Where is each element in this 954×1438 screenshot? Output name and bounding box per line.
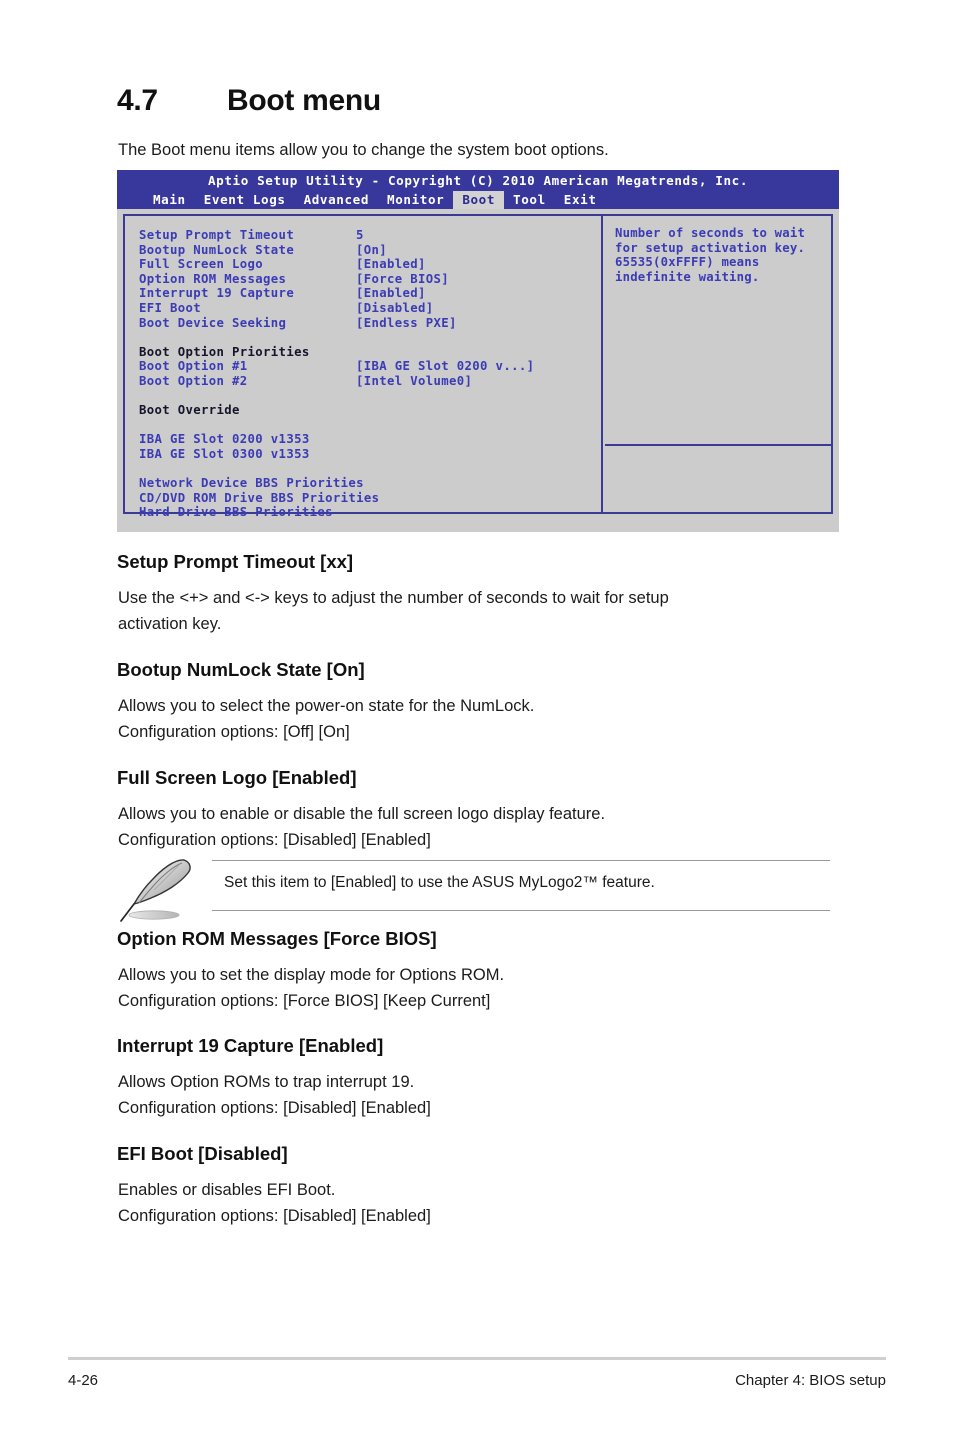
row-spacer bbox=[139, 418, 599, 433]
setting-row[interactable]: Full Screen Logo [Enabled] bbox=[139, 257, 599, 272]
heading-full-screen-logo: Full Screen Logo [Enabled] bbox=[117, 767, 357, 788]
boot-override-label: IBA GE Slot 0300 v1353 bbox=[139, 446, 310, 461]
boot-option-priorities-heading: Boot Option Priorities bbox=[139, 345, 599, 360]
heading-setup-prompt-timeout: Setup Prompt Timeout [xx] bbox=[117, 551, 354, 572]
setting-value: 5 bbox=[356, 228, 364, 242]
heading-option-rom-messages: Option ROM Messages [Force BIOS] bbox=[117, 928, 437, 949]
section-title: Boot menu bbox=[227, 84, 381, 117]
footer-chapter: Chapter 4: BIOS setup bbox=[735, 1372, 886, 1389]
setting-label: Option ROM Messages bbox=[139, 271, 287, 286]
setting-row[interactable]: Boot Device Seeking [Endless PXE] bbox=[139, 316, 599, 331]
heading-interrupt-19-capture: Interrupt 19 Capture [Enabled] bbox=[117, 1035, 384, 1056]
bbs-priorities-label: Network Device BBS Priorities bbox=[139, 476, 364, 491]
bios-body: Setup Prompt Timeout 5 Bootup NumLock St… bbox=[123, 214, 833, 519]
bios-menu-bar: Main Event Logs Advanced Monitor Boot To… bbox=[144, 191, 606, 209]
page-title: 4.7 Boot menu bbox=[117, 84, 381, 118]
tab-tool[interactable]: Tool bbox=[504, 191, 555, 209]
body-setup-prompt-timeout: Use the <+> and <-> keys to adjust the n… bbox=[118, 589, 669, 633]
setting-label: Bootup NumLock State bbox=[139, 242, 295, 257]
row-spacer bbox=[139, 330, 599, 345]
body-efi-boot: Enables or disables EFI Boot. Configurat… bbox=[118, 1181, 431, 1225]
help-pane-divider bbox=[605, 444, 831, 446]
boot-override-heading: Boot Override bbox=[139, 403, 599, 418]
setting-label: Setup Prompt Timeout bbox=[139, 228, 295, 242]
boot-override-label: IBA GE Slot 0200 v1353 bbox=[139, 432, 310, 447]
setting-row[interactable]: Setup Prompt Timeout 5 bbox=[139, 228, 599, 243]
setting-value: [Enabled] bbox=[356, 257, 426, 272]
bios-settings-list: Setup Prompt Timeout 5 Bootup NumLock St… bbox=[139, 228, 599, 520]
tab-monitor[interactable]: Monitor bbox=[378, 191, 453, 209]
setting-row[interactable]: Bootup NumLock State [On] bbox=[139, 243, 599, 258]
bbs-priorities-item[interactable]: Hard Drive BBS Priorities bbox=[139, 505, 599, 520]
section-number: 4.7 bbox=[117, 84, 158, 117]
setting-label: Boot Option #1 bbox=[139, 359, 248, 374]
setting-value: [Intel Volume0] bbox=[356, 373, 473, 388]
body-full-screen-logo: Allows you to enable or disable the full… bbox=[118, 805, 606, 849]
note-box: Set this item to [Enabled] to use the AS… bbox=[118, 858, 830, 922]
setting-value: [Force BIOS] bbox=[356, 271, 450, 286]
setting-value: [Enabled] bbox=[356, 286, 426, 301]
bios-titlebar: Aptio Setup Utility - Copyright (C) 2010… bbox=[117, 170, 839, 209]
bios-screen: Aptio Setup Utility - Copyright (C) 2010… bbox=[117, 170, 839, 532]
note-text: Set this item to [Enabled] to use the AS… bbox=[224, 874, 655, 891]
group-heading-label: Boot Option Priorities bbox=[139, 344, 310, 359]
feather-quill-icon bbox=[120, 859, 191, 922]
heading-bootup-numlock-state: Bootup NumLock State [On] bbox=[117, 659, 365, 680]
group-heading-label: Boot Override bbox=[139, 403, 240, 418]
setting-value: [Endless PXE] bbox=[356, 315, 457, 330]
setting-label: EFI Boot bbox=[139, 300, 202, 315]
tab-event-logs[interactable]: Event Logs bbox=[195, 191, 295, 209]
note-divider-bottom bbox=[212, 910, 830, 911]
bbs-priorities-item[interactable]: CD/DVD ROM Drive BBS Priorities bbox=[139, 491, 599, 506]
bios-help-text: Number of seconds to wait for setup acti… bbox=[615, 226, 806, 284]
heading-efi-boot: EFI Boot [Disabled] bbox=[117, 1143, 288, 1164]
row-spacer bbox=[139, 462, 599, 477]
setting-value: [On] bbox=[356, 242, 388, 257]
setting-label: Boot Device Seeking bbox=[139, 315, 287, 330]
setting-value: [IBA GE Slot 0200 v...] bbox=[356, 359, 535, 374]
tab-advanced[interactable]: Advanced bbox=[295, 191, 378, 209]
bios-help-pane: Number of seconds to wait for setup acti… bbox=[605, 216, 831, 512]
tab-exit[interactable]: Exit bbox=[555, 191, 606, 209]
bbs-priorities-label: Hard Drive BBS Priorities bbox=[139, 505, 333, 520]
body-bootup-numlock-state: Allows you to select the power-on state … bbox=[118, 697, 535, 741]
section-intro: The Boot menu items allow you to change … bbox=[118, 141, 609, 159]
tab-boot[interactable]: Boot bbox=[453, 191, 505, 209]
setting-row[interactable]: Boot Option #1 [IBA GE Slot 0200 v...] bbox=[139, 359, 599, 374]
tab-main[interactable]: Main bbox=[144, 191, 195, 209]
setting-label: Full Screen Logo bbox=[139, 257, 264, 272]
boot-override-item[interactable]: IBA GE Slot 0200 v1353 bbox=[139, 432, 599, 447]
row-spacer bbox=[139, 389, 599, 404]
boot-override-item[interactable]: IBA GE Slot 0300 v1353 bbox=[139, 447, 599, 462]
setting-value: [Disabled] bbox=[356, 300, 434, 315]
body-interrupt-19-capture: Allows Option ROMs to trap interrupt 19.… bbox=[118, 1073, 431, 1117]
footer-divider bbox=[68, 1357, 886, 1360]
bios-settings-pane: Setup Prompt Timeout 5 Bootup NumLock St… bbox=[125, 216, 603, 519]
setting-row[interactable]: Interrupt 19 Capture [Enabled] bbox=[139, 286, 599, 301]
setting-label: Boot Option #2 bbox=[139, 373, 248, 388]
note-divider-top bbox=[212, 860, 830, 861]
setting-row[interactable]: Boot Option #2 [Intel Volume0] bbox=[139, 374, 599, 389]
footer-page-number: 4-26 bbox=[68, 1372, 99, 1389]
setting-row[interactable]: Option ROM Messages [Force BIOS] bbox=[139, 272, 599, 287]
bios-utility-title: Aptio Setup Utility - Copyright (C) 2010… bbox=[207, 173, 749, 188]
setting-label: Interrupt 19 Capture bbox=[139, 286, 295, 301]
bbs-priorities-item[interactable]: Network Device BBS Priorities bbox=[139, 476, 599, 491]
manual-page: 4.7 Boot menu The Boot menu items allow … bbox=[0, 0, 954, 1438]
setting-row[interactable]: EFI Boot [Disabled] bbox=[139, 301, 599, 316]
bbs-priorities-label: CD/DVD ROM Drive BBS Priorities bbox=[139, 490, 380, 505]
body-option-rom-messages: Allows you to set the display mode for O… bbox=[118, 966, 505, 1010]
